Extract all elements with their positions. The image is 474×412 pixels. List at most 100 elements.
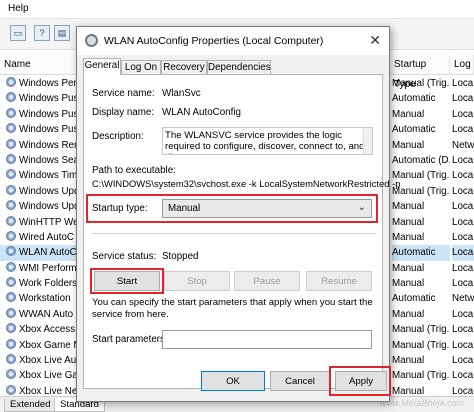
- cell-startup: Manual: [392, 308, 425, 320]
- service-gear-icon: [6, 153, 16, 164]
- service-gear-icon: [6, 277, 16, 288]
- service-gear-icon: [6, 200, 16, 211]
- table-row[interactable]: Windows Push: [0, 107, 80, 122]
- table-row[interactable]: Windows Upd: [0, 199, 80, 214]
- table-row[interactable]: Wired AutoC: [0, 230, 80, 245]
- properties-icon[interactable]: ▤: [54, 25, 70, 41]
- table-row[interactable]: Workstation: [0, 291, 80, 306]
- service-gear-icon: [6, 354, 16, 365]
- cell-startup: Manual: [392, 108, 425, 120]
- table-row[interactable]: Windows Time: [0, 168, 80, 183]
- cell-startup: Manual (Trig...: [392, 78, 450, 89]
- menu-bar: Help: [0, 0, 474, 19]
- display-name-label: Display name:: [92, 107, 155, 118]
- start-params-note: You can specify the start parameters tha…: [92, 297, 373, 320]
- table-row[interactable]: Windows Upd: [0, 184, 80, 199]
- dialog-titlebar[interactable]: WLAN AutoConfig Properties (Local Comput…: [77, 27, 389, 55]
- description-scrollbar[interactable]: [363, 128, 372, 154]
- service-gear-icon: [6, 369, 16, 380]
- services-list-names: Windows Perf Windows Push Windows Push W…: [0, 76, 80, 399]
- cell-logon: Loca: [452, 262, 474, 274]
- description-label: Description:: [92, 131, 144, 142]
- cell-logon: Loca: [452, 339, 474, 351]
- tab-recovery[interactable]: Recovery: [161, 60, 207, 74]
- service-gear-icon: [6, 77, 16, 87]
- apply-button[interactable]: Apply: [335, 371, 387, 391]
- cell-startup: Automatic: [392, 245, 450, 261]
- cell-logon: Loca: [452, 231, 474, 243]
- cell-logon: Netw: [452, 293, 474, 305]
- display-name-value: WLAN AutoConfig: [162, 107, 241, 118]
- startup-type-select[interactable]: Manual ⌄: [162, 199, 372, 218]
- tab-general[interactable]: General: [83, 58, 121, 75]
- startup-type-value: Manual: [168, 203, 201, 214]
- tab-extended[interactable]: Extended: [4, 398, 57, 412]
- service-gear-icon: [6, 323, 16, 334]
- table-row[interactable]: Work Folders: [0, 276, 80, 291]
- cancel-button[interactable]: Cancel: [270, 371, 330, 391]
- cell-startup: Manual: [392, 262, 425, 274]
- service-gear-icon: [6, 107, 16, 118]
- tab-log-on[interactable]: Log On: [121, 60, 161, 74]
- start-parameters-label: Start parameters:: [92, 334, 168, 345]
- column-header-log-on-as[interactable]: Log: [450, 55, 474, 75]
- cell-logon: Loca: [452, 278, 474, 290]
- cell-logon: Loca: [452, 216, 474, 228]
- cell-logon: Loca: [452, 124, 474, 136]
- description-box[interactable]: The WLANSVC service provides the logic r…: [162, 127, 373, 155]
- start-button[interactable]: Start: [94, 271, 160, 291]
- cell-logon: Loca: [452, 154, 474, 166]
- cell-logon: Loca: [452, 370, 474, 382]
- cell-startup: Manual (Trig...: [392, 324, 450, 336]
- service-gear-icon: [6, 123, 16, 134]
- stop-button[interactable]: Stop: [164, 271, 230, 291]
- console-icon[interactable]: ▭: [10, 25, 26, 41]
- column-header-name[interactable]: Name: [0, 55, 80, 75]
- column-header-startup-type[interactable]: Startup Type: [390, 55, 450, 90]
- close-icon[interactable]: ✕: [369, 32, 381, 49]
- service-gear-icon: [6, 261, 16, 272]
- cell-logon: Loca: [452, 245, 474, 261]
- chevron-down-icon: ⌄: [357, 202, 366, 213]
- table-row[interactable]: Windows Rem: [0, 138, 80, 153]
- tab-dependencies[interactable]: Dependencies: [207, 60, 271, 74]
- service-name-label: Service name:: [92, 88, 155, 99]
- cell-logon: Loca: [452, 78, 474, 89]
- cell-logon: Loca: [452, 93, 474, 105]
- cell-logon: Loca: [452, 170, 474, 182]
- cell-logon: Loca: [452, 201, 474, 213]
- table-row[interactable]: Windows Sea: [0, 153, 80, 168]
- table-row[interactable]: WWAN Auto: [0, 307, 80, 322]
- service-gear-icon: [6, 92, 16, 103]
- services-list-logon: Loca Loca Loca Loca Netw Loca Loca Loca …: [452, 76, 474, 399]
- table-row[interactable]: Windows Push: [0, 122, 80, 137]
- table-row[interactable]: Windows Perf: [0, 76, 80, 91]
- cell-startup: Automatic: [392, 93, 436, 105]
- properties-dialog: WLAN AutoConfig Properties (Local Comput…: [76, 26, 400, 402]
- table-row[interactable]: Xbox Live Au: [0, 353, 80, 368]
- service-gear-icon: [6, 307, 16, 318]
- cell-logon: Loca: [452, 324, 474, 336]
- cell-startup: Automatic: [392, 293, 436, 305]
- path-label: Path to executable:: [92, 165, 176, 176]
- table-row[interactable]: Xbox Access: [0, 322, 80, 337]
- table-row[interactable]: Windows Push: [0, 91, 80, 106]
- table-row-selected[interactable]: WLAN AutoC: [0, 245, 80, 261]
- resume-button[interactable]: Resume: [306, 271, 372, 291]
- cell-startup: Manual: [392, 278, 425, 290]
- start-parameters-input[interactable]: [162, 330, 372, 349]
- help-icon[interactable]: ?: [34, 25, 50, 41]
- menu-help[interactable]: Help: [8, 3, 29, 14]
- table-row[interactable]: WMI Perform: [0, 261, 80, 276]
- service-gear-icon: [6, 230, 16, 241]
- path-value: C:\WINDOWS\system32\svchost.exe -k Local…: [92, 178, 401, 189]
- cell-startup: Manual: [392, 139, 425, 151]
- ok-button[interactable]: OK: [201, 371, 265, 391]
- table-row[interactable]: Xbox Live Ga: [0, 368, 80, 383]
- table-row[interactable]: WinHTTP Wel: [0, 215, 80, 230]
- service-gear-icon: [6, 384, 16, 395]
- pause-button[interactable]: Pause: [234, 271, 300, 291]
- table-row[interactable]: Xbox Game M: [0, 338, 80, 353]
- cell-startup: Automatic: [392, 124, 436, 136]
- startup-type-label: Startup type:: [92, 203, 148, 214]
